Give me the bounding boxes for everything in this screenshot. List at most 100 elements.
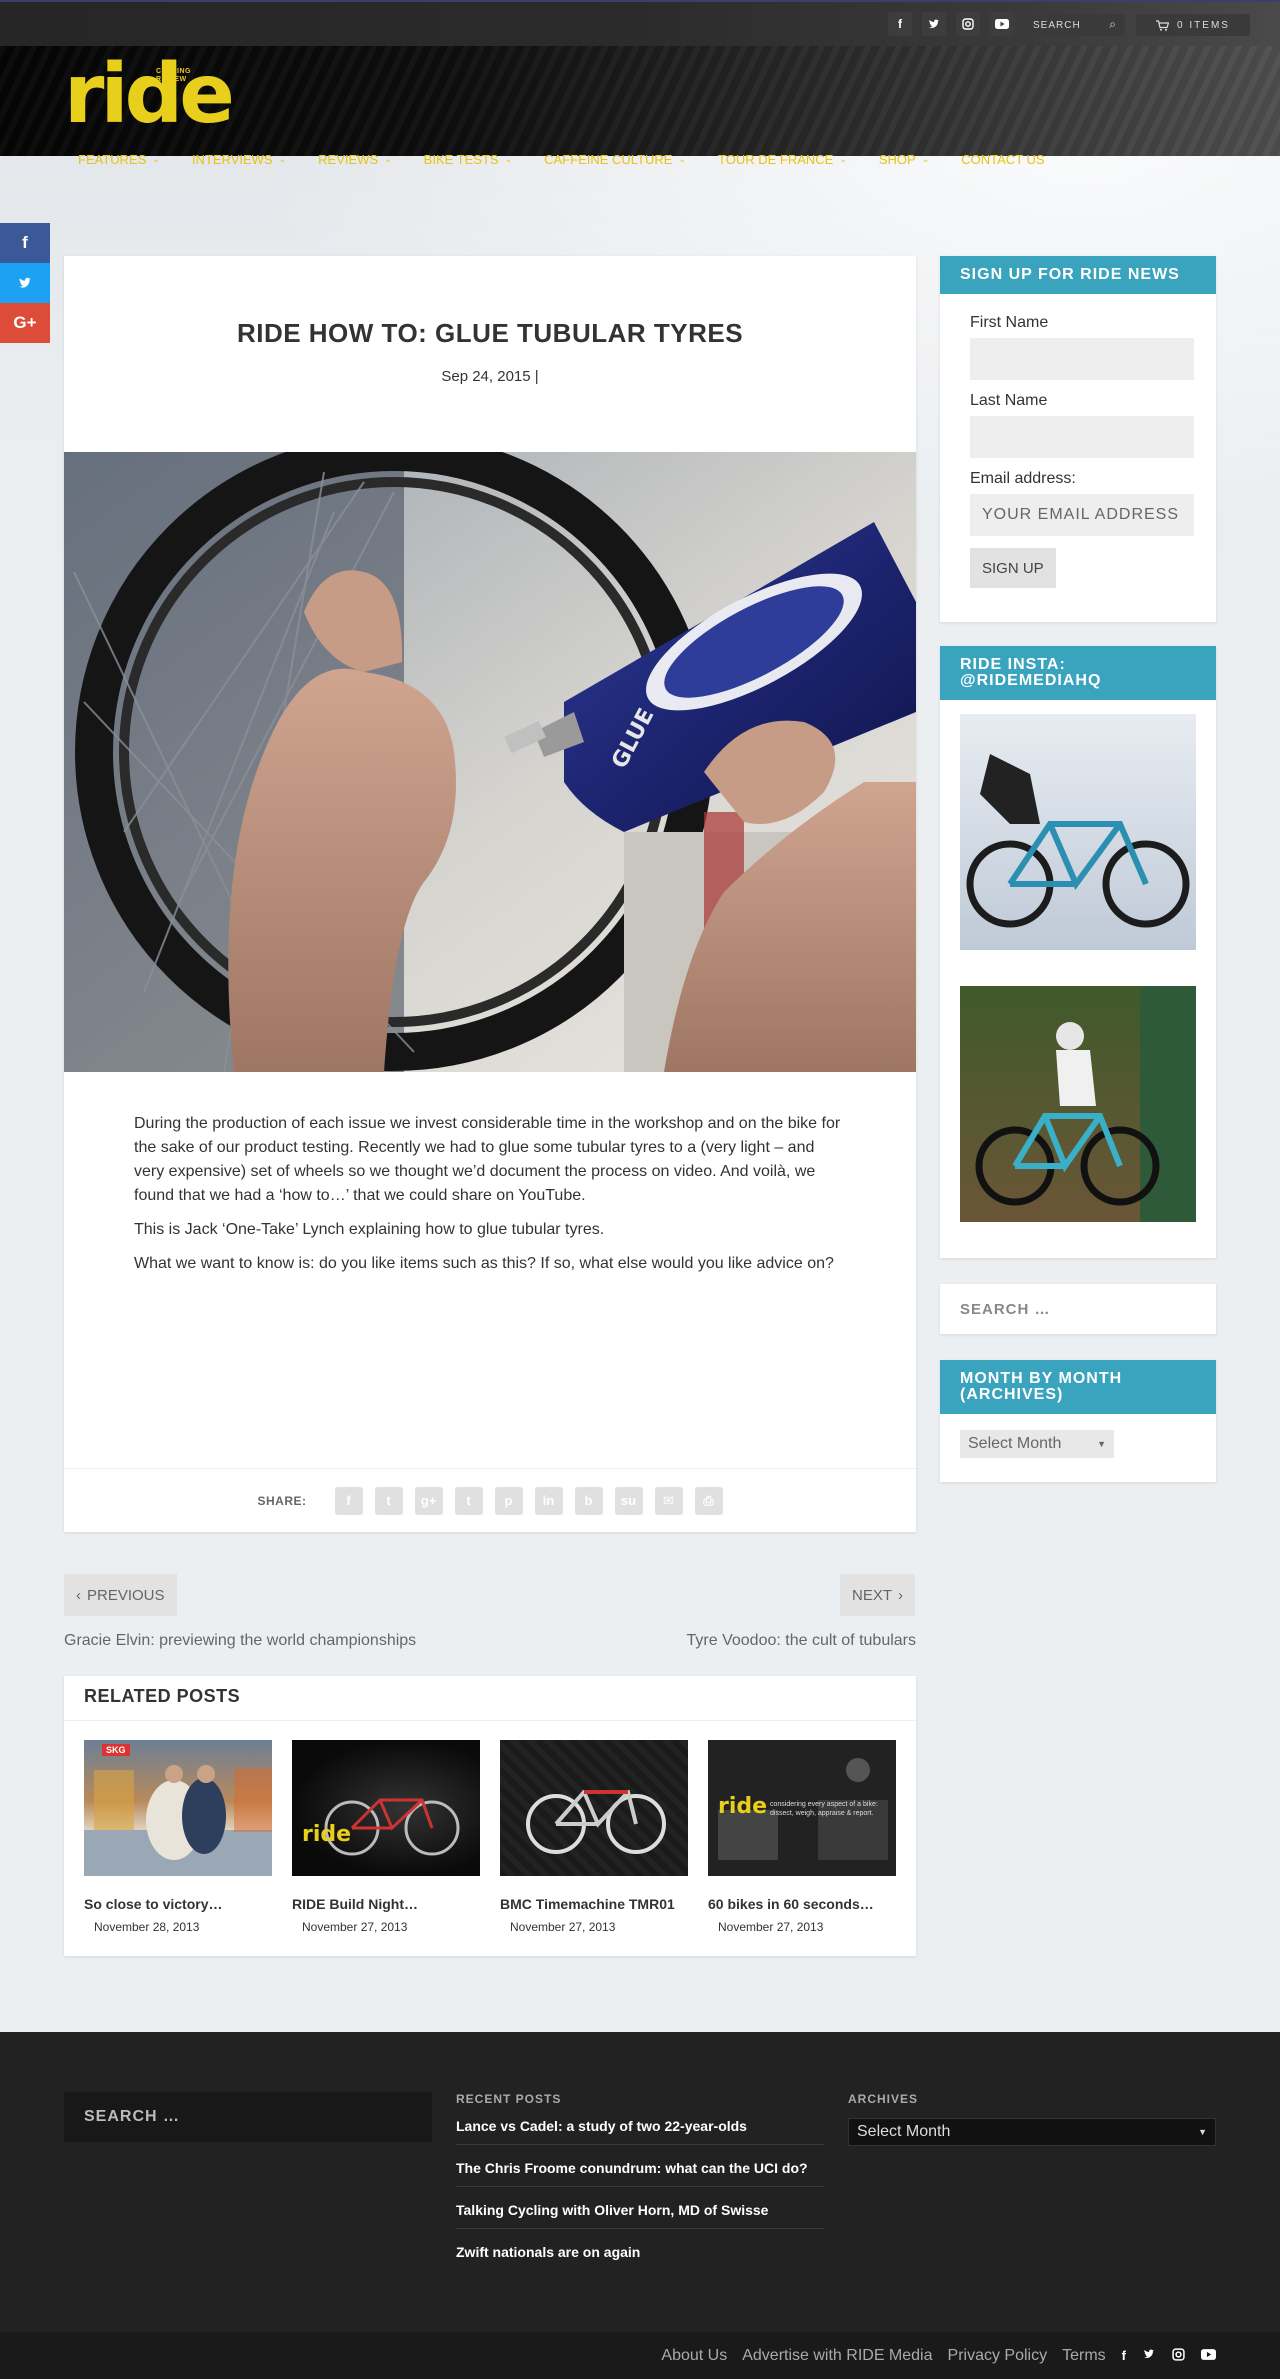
- previous-post-link[interactable]: Gracie Elvin: previewing the world champ…: [64, 1632, 416, 1650]
- footer-search-placeholder: SEARCH …: [84, 2108, 181, 2125]
- post-paragraph: During the production of each issue we i…: [134, 1115, 841, 1204]
- site-logo[interactable]: ride CYCLING REVIEW: [64, 54, 235, 146]
- footer-link-privacy[interactable]: Privacy Policy: [948, 2347, 1048, 2365]
- footer-link-advertise[interactable]: Advertise with RIDE Media: [742, 2347, 932, 2365]
- footer-link-about[interactable]: About Us: [661, 2347, 727, 2365]
- nav-interviews[interactable]: INTERVIEWS ⌄: [192, 152, 286, 167]
- top-bar: f SEARCH ⌕ 0 ITEMS: [0, 0, 1280, 46]
- related-post-card[interactable]: SKG So close to victory… November 28, 20…: [84, 1740, 272, 1934]
- nav-label: BIKE TESTS: [423, 152, 499, 167]
- previous-button[interactable]: ‹ PREVIOUS: [64, 1574, 177, 1616]
- share-bar: SHARE: f t g+ t p in b su ✉ ⎙: [64, 1468, 916, 1532]
- related-date: November 27, 2013: [510, 1920, 616, 1934]
- chevron-down-icon: ⌄: [678, 154, 686, 164]
- related-title[interactable]: So close to victory…: [84, 1896, 272, 1912]
- month-select[interactable]: Select Month ▼: [960, 1430, 1114, 1458]
- top-social-icons: f: [888, 12, 1014, 36]
- chevron-down-icon: ⌄: [839, 154, 847, 164]
- email-field[interactable]: YOUR EMAIL ADDRESS: [970, 494, 1194, 536]
- nav-label: TOUR DE FRANCE: [718, 152, 834, 167]
- top-search-input[interactable]: SEARCH ⌕: [1025, 14, 1125, 36]
- nav-label: SHOP: [878, 152, 916, 167]
- youtube-icon[interactable]: [1201, 2348, 1216, 2363]
- tumblr-icon[interactable]: t: [454, 1486, 483, 1515]
- main-nav: FEATURES ⌄ INTERVIEWS ⌄ REVIEWS ⌄ BIKE TEST…: [78, 152, 1077, 167]
- recent-post-link[interactable]: Zwift nationals are on again: [456, 2244, 824, 2270]
- facebook-icon[interactable]: f: [1122, 2348, 1126, 2363]
- google-plus-icon[interactable]: G+: [0, 303, 50, 343]
- chevron-down-icon: ▼: [1198, 2127, 1207, 2137]
- article-card: RIDE HOW TO: GLUE TUBULAR TYRES Sep 24, …: [64, 256, 916, 1532]
- related-thumbnail[interactable]: [500, 1740, 688, 1876]
- recent-post-link[interactable]: Talking Cycling with Oliver Horn, MD of …: [456, 2202, 824, 2229]
- related-title[interactable]: RIDE Build Night…: [292, 1896, 480, 1912]
- footer-archives-value: Select Month: [857, 2123, 951, 2140]
- archives-heading: ARCHIVES: [848, 2092, 919, 2106]
- related-post-card[interactable]: ride considering every aspect of a bike:…: [708, 1740, 896, 1934]
- sidebar-search-input[interactable]: SEARCH …: [940, 1284, 1216, 1334]
- instagram-photo[interactable]: [960, 714, 1196, 950]
- nav-tour-de-france[interactable]: TOUR DE FRANCE ⌄: [718, 152, 847, 167]
- recent-post-link[interactable]: The Chris Froome conundrum: what can the…: [456, 2160, 824, 2187]
- related-title[interactable]: BMC Timemachine TMR01: [500, 1896, 688, 1912]
- facebook-icon[interactable]: f: [888, 12, 912, 36]
- youtube-icon[interactable]: [990, 12, 1014, 36]
- instagram-photo[interactable]: [960, 986, 1196, 1222]
- facebook-icon[interactable]: f: [334, 1486, 363, 1515]
- related-thumbnail[interactable]: SKG: [84, 1740, 272, 1876]
- facebook-icon[interactable]: f: [0, 223, 50, 263]
- twitter-icon[interactable]: [922, 12, 946, 36]
- footer-search-input[interactable]: SEARCH …: [64, 2092, 432, 2142]
- post-paragraph: What we want to know is: do you like ite…: [134, 1255, 834, 1272]
- instagram-icon[interactable]: [956, 12, 980, 36]
- nav-reviews[interactable]: REVIEWS ⌄: [318, 152, 392, 167]
- divider: [64, 1720, 916, 1721]
- print-icon[interactable]: ⎙: [694, 1486, 723, 1515]
- sign-up-button[interactable]: SIGN UP: [970, 548, 1056, 588]
- last-name-field[interactable]: [970, 416, 1194, 458]
- next-button[interactable]: NEXT ›: [840, 1574, 916, 1616]
- chevron-left-icon: ‹: [76, 1586, 81, 1604]
- nav-caffeine-culture[interactable]: CAFFEINE CULTURE ⌄: [544, 152, 686, 167]
- bike-image: [324, 1798, 460, 1856]
- nav-contact-us[interactable]: CONTACT US: [961, 152, 1044, 167]
- linkedin-icon[interactable]: in: [534, 1486, 563, 1515]
- nav-bike-tests[interactable]: BIKE TESTS ⌄: [424, 152, 512, 167]
- google-plus-icon[interactable]: g+: [414, 1486, 443, 1515]
- related-posts: RELATED POSTS SKG So close to victory… N…: [64, 1676, 916, 1956]
- bike-on-wall-image: [966, 754, 1190, 928]
- site-header: ride CYCLING REVIEW: [0, 46, 1280, 156]
- instagram-widget: RIDE INSTA: @RIDEMEDIAHQ: [940, 646, 1216, 1258]
- sidebar-search-placeholder: SEARCH …: [960, 1300, 1051, 1318]
- related-post-card[interactable]: BMC Timemachine TMR01 November 27, 2013: [500, 1740, 688, 1934]
- stumbleupon-icon[interactable]: su: [614, 1486, 643, 1515]
- nav-shop[interactable]: SHOP ⌄: [879, 152, 929, 167]
- twitter-icon[interactable]: t: [374, 1486, 403, 1515]
- post-title: RIDE HOW TO: GLUE TUBULAR TYRES: [236, 318, 744, 348]
- footer-archives-select[interactable]: Select Month ▼: [848, 2118, 1216, 2146]
- related-title[interactable]: 60 bikes in 60 seconds…: [708, 1896, 896, 1912]
- related-thumbnail[interactable]: ride: [292, 1740, 480, 1876]
- twitter-icon[interactable]: [0, 263, 50, 303]
- pinterest-icon[interactable]: p: [494, 1486, 523, 1515]
- related-post-card[interactable]: ride RIDE Build Night… November 27, 2013: [292, 1740, 480, 1934]
- cart-icon: [1156, 19, 1170, 31]
- cart-button[interactable]: 0 ITEMS: [1136, 14, 1250, 36]
- footer-link-terms[interactable]: Terms: [1062, 2347, 1106, 2365]
- twitter-icon[interactable]: [1142, 2348, 1156, 2363]
- instagram-icon[interactable]: [1172, 2347, 1185, 2364]
- nav-label: FEATURES: [78, 152, 147, 167]
- logo-word: ride: [64, 47, 235, 142]
- last-name-label: Last Name: [970, 392, 1048, 409]
- related-thumbnail[interactable]: ride considering every aspect of a bike:…: [708, 1740, 896, 1876]
- newsletter-widget: SIGN UP FOR RIDE NEWS First Name Last Na…: [940, 256, 1216, 622]
- hero-video-image[interactable]: GLUE: [64, 452, 916, 1072]
- next-post-link[interactable]: Tyre Voodoo: the cult of tubulars: [687, 1632, 916, 1650]
- first-name-field[interactable]: [970, 338, 1194, 380]
- email-icon[interactable]: ✉: [654, 1486, 683, 1515]
- search-icon[interactable]: ⌕: [1109, 17, 1117, 32]
- hero-illustration: GLUE: [64, 452, 916, 1072]
- nav-features[interactable]: FEATURES ⌄: [78, 152, 160, 167]
- buffer-icon[interactable]: b: [574, 1486, 603, 1515]
- recent-post-link[interactable]: Lance vs Cadel: a study of two 22-year-o…: [456, 2118, 824, 2145]
